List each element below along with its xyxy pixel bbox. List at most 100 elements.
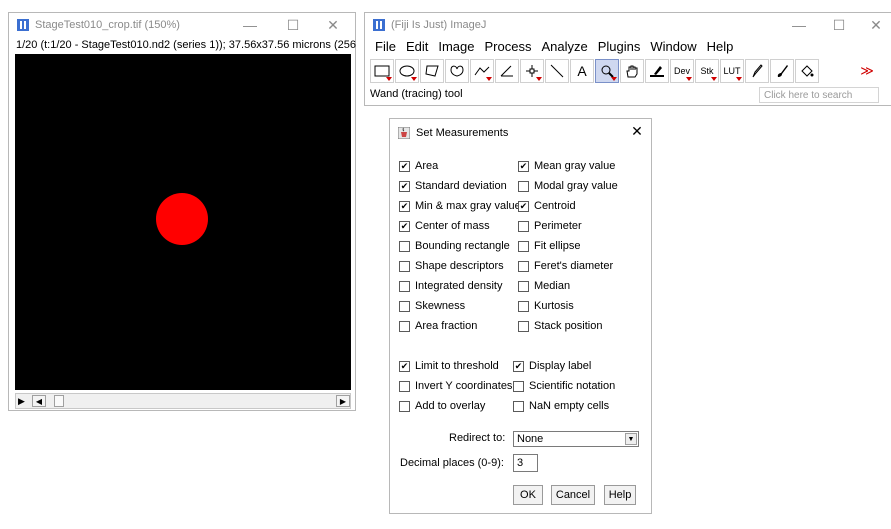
measurement-checkbox[interactable]: Skewness (399, 299, 465, 313)
option-checkbox[interactable]: ✔ Display label (513, 359, 591, 373)
measurement-checkbox[interactable]: Integrated density (399, 279, 502, 293)
maximize-icon[interactable]: ☐ (274, 13, 312, 37)
measurement-checkbox[interactable]: Stack position (518, 319, 602, 333)
close-icon[interactable]: ✕ (857, 13, 891, 37)
text-tool-icon[interactable]: A (570, 59, 594, 83)
dev-tool-button[interactable]: Dev (670, 59, 694, 83)
checkbox-box[interactable] (518, 180, 529, 192)
measurement-checkbox[interactable]: ✔ Centroid (518, 199, 576, 213)
close-icon[interactable]: ✕ (314, 13, 352, 37)
measurement-checkbox[interactable]: ✔ Min & max gray value (399, 199, 521, 213)
minimize-icon[interactable]: — (780, 13, 818, 37)
play-icon[interactable]: ▶ (18, 395, 25, 408)
ok-button[interactable]: OK (513, 485, 543, 505)
checkmark-icon[interactable]: ✔ (399, 180, 410, 192)
checkbox-box[interactable] (399, 320, 410, 332)
image-canvas[interactable] (15, 54, 351, 390)
checkbox-box[interactable] (399, 400, 410, 412)
lut-tool-button[interactable]: LUT (720, 59, 744, 83)
menu-process[interactable]: Process (485, 39, 532, 54)
checkmark-icon[interactable]: ✔ (518, 160, 529, 172)
menu-edit[interactable]: Edit (406, 39, 428, 54)
stack-slider[interactable]: ▶ ◀ ▶ (15, 393, 351, 409)
imagej-titlebar[interactable]: (Fiji Is Just) ImageJ — ☐ ✕ (365, 13, 891, 37)
menu-file[interactable]: File (375, 39, 396, 54)
measurement-label: Integrated density (415, 280, 503, 292)
image-window-titlebar[interactable]: StageTest010_crop.tif (150%) — ☐ ✕ (9, 13, 355, 37)
checkmark-icon[interactable]: ✔ (518, 200, 529, 212)
help-button[interactable]: Help (604, 485, 636, 505)
measurement-checkbox[interactable]: ✔ Center of mass (399, 219, 490, 233)
measurement-checkbox[interactable]: ✔ Area (399, 159, 438, 173)
more-tools-icon[interactable]: ≫ (855, 59, 879, 83)
checkbox-box[interactable] (513, 380, 524, 392)
option-checkbox[interactable]: Add to overlay (399, 399, 485, 413)
flood-fill-tool-icon[interactable] (795, 59, 819, 83)
measurement-checkbox[interactable]: ✔ Mean gray value (518, 159, 615, 173)
checkbox-box[interactable] (518, 240, 529, 252)
wand-tool-icon[interactable] (545, 59, 569, 83)
menu-window[interactable]: Window (650, 39, 696, 54)
measurement-checkbox[interactable]: Feret's diameter (518, 259, 613, 273)
pencil-tool-icon[interactable] (745, 59, 769, 83)
measurement-checkbox[interactable]: Median (518, 279, 570, 293)
freehand-tool-icon[interactable] (445, 59, 469, 83)
maximize-icon[interactable]: ☐ (820, 13, 858, 37)
option-checkbox[interactable]: ✔ Limit to threshold (399, 359, 499, 373)
dialog-titlebar[interactable]: Set Measurements ✕ (390, 119, 651, 147)
menu-plugins[interactable]: Plugins (598, 39, 641, 54)
checkbox-box[interactable] (513, 400, 524, 412)
rectangle-tool-icon[interactable] (370, 59, 394, 83)
checkbox-box[interactable] (399, 380, 410, 392)
point-tool-icon[interactable] (520, 59, 544, 83)
checkbox-box[interactable] (399, 260, 410, 272)
slider-thumb[interactable] (54, 395, 64, 407)
minimize-icon[interactable]: — (231, 13, 269, 37)
redirect-select[interactable]: None ▼ (513, 431, 639, 447)
red-spot (156, 193, 208, 245)
angle-tool-icon[interactable] (495, 59, 519, 83)
cancel-button[interactable]: Cancel (551, 485, 595, 505)
checkbox-box[interactable] (518, 280, 529, 292)
checkbox-box[interactable] (399, 280, 410, 292)
checkmark-icon[interactable]: ✔ (399, 200, 410, 212)
checkmark-icon[interactable]: ✔ (513, 360, 524, 372)
checkbox-box[interactable] (518, 300, 529, 312)
stk-tool-button[interactable]: Stk (695, 59, 719, 83)
checkbox-box[interactable] (518, 260, 529, 272)
decimal-places-input[interactable]: 3 (513, 454, 538, 472)
measurement-checkbox[interactable]: Kurtosis (518, 299, 574, 313)
line-tool-icon[interactable] (470, 59, 494, 83)
menu-help[interactable]: Help (707, 39, 734, 54)
color-picker-tool-icon[interactable] (645, 59, 669, 83)
menu-image[interactable]: Image (438, 39, 474, 54)
checkbox-box[interactable] (518, 320, 529, 332)
oval-tool-icon[interactable] (395, 59, 419, 83)
measurement-checkbox[interactable]: Fit ellipse (518, 239, 580, 253)
brush-tool-icon[interactable] (770, 59, 794, 83)
checkmark-icon[interactable]: ✔ (399, 360, 410, 372)
chevron-down-icon[interactable]: ▼ (625, 433, 637, 445)
option-checkbox[interactable]: Invert Y coordinates (399, 379, 512, 393)
measurement-checkbox[interactable]: Shape descriptors (399, 259, 504, 273)
measurement-checkbox[interactable]: Modal gray value (518, 179, 618, 193)
measurement-checkbox[interactable]: Perimeter (518, 219, 582, 233)
option-checkbox[interactable]: Scientific notation (513, 379, 615, 393)
option-checkbox[interactable]: NaN empty cells (513, 399, 609, 413)
checkmark-icon[interactable]: ✔ (399, 160, 410, 172)
checkmark-icon[interactable]: ✔ (399, 220, 410, 232)
polygon-tool-icon[interactable] (420, 59, 444, 83)
close-icon[interactable]: ✕ (618, 119, 656, 143)
menu-analyze[interactable]: Analyze (541, 39, 587, 54)
measurement-checkbox[interactable]: Bounding rectangle (399, 239, 510, 253)
magnifier-tool-icon[interactable] (595, 59, 619, 83)
checkbox-box[interactable] (399, 240, 410, 252)
hand-tool-icon[interactable] (620, 59, 644, 83)
scroll-left-icon[interactable]: ◀ (32, 395, 46, 407)
measurement-checkbox[interactable]: Area fraction (399, 319, 477, 333)
measurement-checkbox[interactable]: ✔ Standard deviation (399, 179, 507, 193)
scroll-right-icon[interactable]: ▶ (336, 395, 350, 407)
checkbox-box[interactable] (399, 300, 410, 312)
search-input[interactable]: Click here to search (759, 87, 879, 103)
checkbox-box[interactable] (518, 220, 529, 232)
